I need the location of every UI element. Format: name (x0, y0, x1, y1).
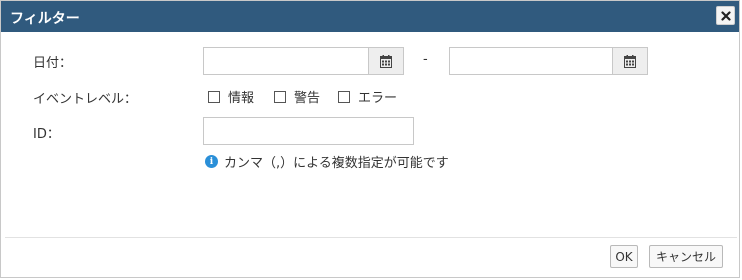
date-from-calendar-button[interactable] (368, 47, 404, 75)
id-label: ID： (33, 127, 60, 142)
level-warning-label: 警告 (294, 91, 321, 106)
dialog-titlebar: フィルター (1, 1, 739, 32)
id-hint: i カンマ（,）による複数指定が可能です (205, 152, 449, 171)
dialog-title: フィルター (10, 11, 80, 27)
footer-divider (5, 237, 737, 238)
level-info-checkbox[interactable]: 情報 (208, 87, 254, 106)
cancel-button[interactable]: キャンセル (649, 245, 723, 268)
date-to-input[interactable] (449, 47, 613, 75)
ok-button[interactable]: OK (610, 245, 638, 268)
level-warning-checkbox[interactable]: 警告 (274, 87, 320, 106)
date-to-calendar-button[interactable] (612, 47, 648, 75)
level-info-label: 情報 (228, 91, 255, 106)
id-input[interactable] (203, 117, 414, 145)
checkbox-box[interactable] (208, 90, 220, 103)
event-level-label: イベントレベル： (33, 92, 138, 107)
close-icon (720, 10, 731, 21)
close-button[interactable] (716, 6, 735, 25)
info-icon: i (205, 155, 218, 168)
checkbox-box[interactable] (274, 90, 286, 103)
id-hint-text: カンマ（,）による複数指定が可能です (224, 156, 449, 171)
date-label: 日付： (33, 56, 73, 71)
checkbox-box[interactable] (338, 90, 350, 103)
level-error-checkbox[interactable]: エラー (338, 87, 397, 106)
calendar-icon (380, 54, 392, 68)
date-range-separator: - (423, 52, 428, 67)
filter-dialog: フィルター 日付： - イベントレベル： 情報 警告 エラー ID： i カンマ… (0, 0, 740, 278)
calendar-icon (624, 54, 636, 68)
level-error-label: エラー (358, 91, 398, 106)
date-from-input[interactable] (203, 47, 369, 75)
